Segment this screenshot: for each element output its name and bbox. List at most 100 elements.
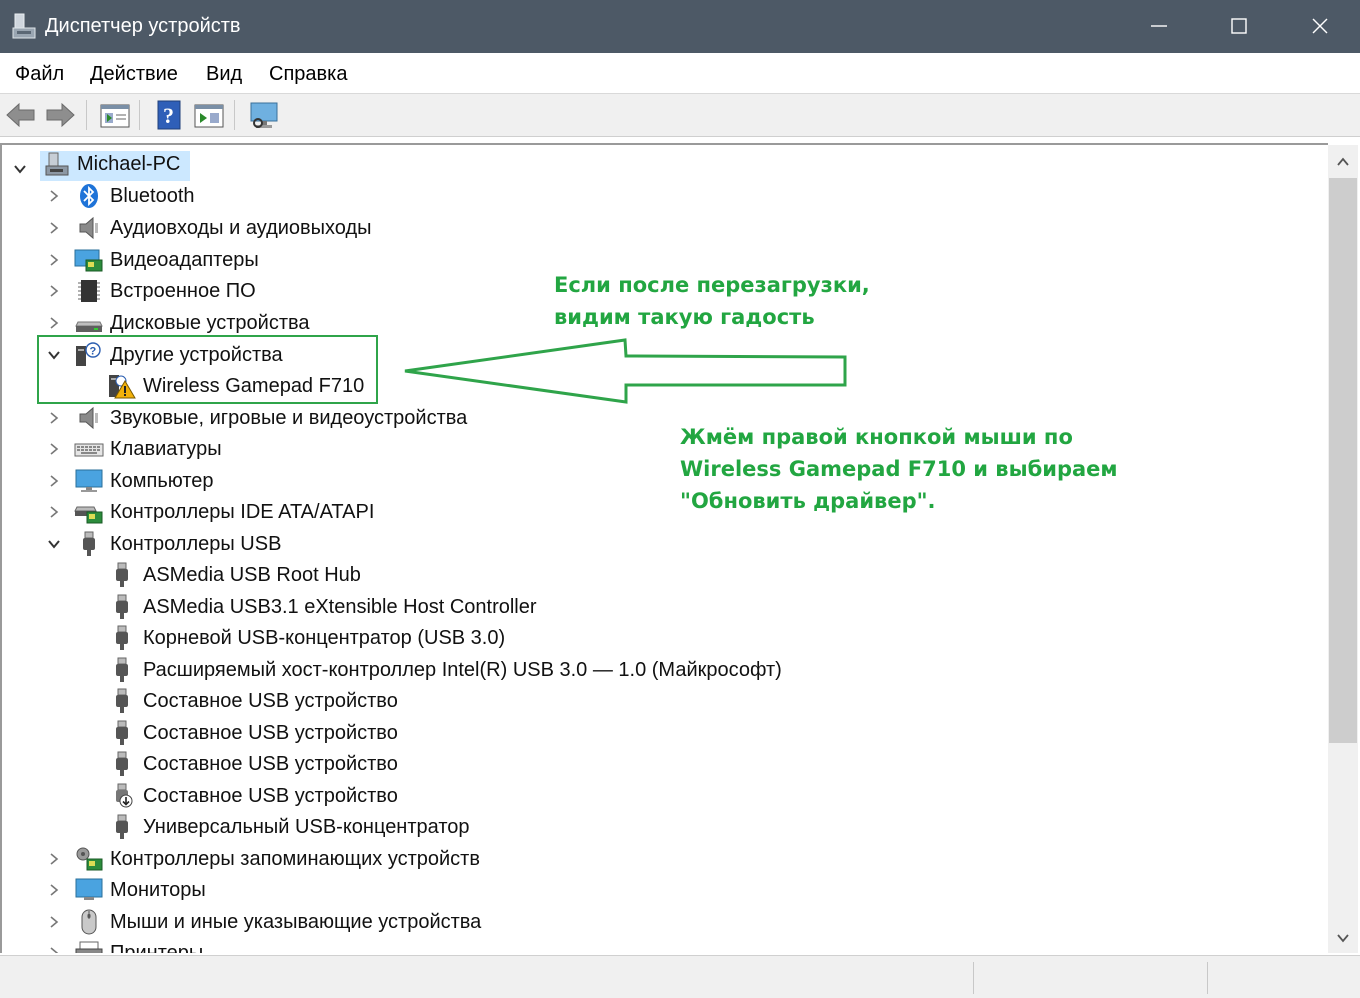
- tree-device-usb[interactable]: Универсальный USB-концентратор: [2, 812, 802, 842]
- tree-device-usb[interactable]: Составное USB устройство: [2, 749, 802, 779]
- tree-category-sound-video-game[interactable]: Звуковые, игровые и видеоустройства: [2, 403, 702, 433]
- tree-category-label: Аудиовходы и аудиовыходы: [110, 217, 372, 239]
- tree-category-bluetooth[interactable]: Bluetooth: [2, 181, 602, 211]
- tree-device-label: Составное USB устройство: [143, 785, 398, 807]
- tree-category-ide-controllers[interactable]: Контроллеры IDE ATA/ATAPI: [2, 497, 602, 527]
- back-button[interactable]: [5, 99, 37, 131]
- chevron-right-icon[interactable]: [48, 317, 60, 329]
- usb-plug-icon: [116, 625, 128, 650]
- speaker-icon: [79, 406, 98, 430]
- tree-category-usb-controllers[interactable]: Контроллеры USB: [2, 529, 602, 559]
- tree-category-audio-io[interactable]: Аудиовходы и аудиовыходы: [2, 213, 602, 243]
- help-icon: ?: [157, 100, 181, 130]
- tree-category-label: Клавиатуры: [110, 438, 222, 460]
- svg-text:?: ?: [163, 103, 174, 128]
- tree-category-label: Контроллеры IDE ATA/ATAPI: [110, 501, 375, 523]
- tree-device-usb[interactable]: Расширяемый хост-контроллер Intel(R) USB…: [2, 655, 902, 685]
- chevron-right-icon[interactable]: [48, 443, 60, 455]
- scrollbar-thumb[interactable]: [1329, 178, 1357, 743]
- usb-plug-icon: [116, 688, 128, 713]
- update-driver-button[interactable]: [193, 99, 225, 131]
- tree-device-usb[interactable]: Составное USB устройство: [2, 718, 802, 748]
- chevron-down-icon[interactable]: [48, 538, 60, 550]
- chevron-right-icon[interactable]: [48, 506, 60, 518]
- back-arrow-icon: [6, 102, 35, 128]
- tree-device-usb[interactable]: Составное USB устройство: [2, 686, 802, 716]
- ide-controller-icon: [74, 506, 103, 524]
- tree-category-firmware[interactable]: Встроенное ПО: [2, 276, 602, 306]
- chevron-right-icon[interactable]: [48, 884, 60, 896]
- tree-category-label: Мониторы: [110, 879, 206, 901]
- properties-button[interactable]: [99, 99, 131, 131]
- annotation-line: видим такую гадость: [554, 305, 815, 329]
- scroll-up-icon[interactable]: [1336, 155, 1350, 169]
- display-adapter-icon: [74, 249, 103, 272]
- status-divider: [1207, 962, 1208, 994]
- usb-plug-icon: [116, 594, 128, 619]
- tree-device-label: Составное USB устройство: [143, 722, 398, 744]
- device-manager-icon: [12, 13, 36, 39]
- tree-device-usb[interactable]: Составное USB устройство: [2, 781, 802, 811]
- toolbar-separator: [139, 100, 140, 130]
- keyboard-icon: [74, 443, 104, 457]
- tree-category-disk-drives[interactable]: Дисковые устройства: [2, 308, 602, 338]
- status-bar: [0, 955, 1360, 998]
- tree-category-computer[interactable]: Компьютер: [2, 466, 602, 496]
- tree-category-keyboards[interactable]: Клавиатуры: [2, 434, 602, 464]
- maximize-button[interactable]: [1199, 0, 1279, 53]
- tree-category-label: Принтеры: [110, 942, 204, 953]
- chevron-right-icon[interactable]: [48, 222, 60, 234]
- usb-plug-icon: [116, 720, 128, 745]
- usb-download-icon: [116, 783, 133, 808]
- usb-plug-icon: [116, 657, 128, 682]
- tree-category-label: Мыши и иные указывающие устройства: [110, 911, 482, 933]
- disk-drive-icon: [75, 321, 103, 332]
- tree-root[interactable]: Michael-PC: [2, 149, 402, 179]
- annotation-line: Wireless Gamepad F710 и выбираем: [680, 457, 1118, 481]
- scan-hardware-button[interactable]: [248, 99, 280, 131]
- monitor-icon: [75, 878, 103, 900]
- tree-category-display-adapters[interactable]: Видеоадаптеры: [2, 245, 602, 275]
- chevron-right-icon[interactable]: [48, 190, 60, 202]
- tree-category-storage-controllers[interactable]: Контроллеры запоминающих устройств: [2, 844, 702, 874]
- chevron-right-icon[interactable]: [48, 254, 60, 266]
- tree-device-usb[interactable]: Корневой USB-концентратор (USB 3.0): [2, 623, 802, 653]
- menu-action[interactable]: Действие: [90, 62, 178, 86]
- close-button[interactable]: [1280, 0, 1360, 53]
- minimize-button[interactable]: [1119, 0, 1199, 53]
- forward-button[interactable]: [44, 99, 76, 131]
- tree-category-label: Дисковые устройства: [110, 312, 310, 334]
- chevron-right-icon[interactable]: [48, 916, 60, 928]
- chevron-right-icon[interactable]: [48, 947, 60, 953]
- forward-arrow-icon: [46, 102, 75, 128]
- tree-device-usb[interactable]: ASMedia USB3.1 eXtensible Host Controlle…: [2, 592, 802, 622]
- tree-category-monitors[interactable]: Мониторы: [2, 875, 602, 905]
- close-icon: [1312, 18, 1328, 34]
- maximize-icon: [1231, 18, 1247, 34]
- scroll-down-icon[interactable]: [1336, 931, 1350, 945]
- tree-category-label: Bluetooth: [110, 185, 195, 207]
- tree-device-usb[interactable]: ASMedia USB Root Hub: [2, 560, 802, 590]
- chevron-right-icon[interactable]: [48, 412, 60, 424]
- toolbar: ?: [0, 94, 1360, 137]
- tree-device-label: Универсальный USB-концентратор: [143, 816, 470, 838]
- tree-root-label: Michael-PC: [77, 153, 181, 175]
- device-tree[interactable]: Michael-PC Bluetooth Аудиовходы и аудиов…: [0, 143, 1328, 953]
- tree-category-label: Контроллеры USB: [110, 533, 282, 555]
- tree-category-mice[interactable]: Мыши и иные указывающие устройства: [2, 907, 702, 937]
- window-title: Диспетчер устройств: [45, 15, 241, 37]
- chevron-right-icon[interactable]: [48, 285, 60, 297]
- tree-category-label: Контроллеры запоминающих устройств: [110, 848, 480, 870]
- menu-view[interactable]: Вид: [206, 62, 242, 86]
- tree-category-printers[interactable]: Принтеры: [2, 938, 602, 953]
- menu-file[interactable]: Файл: [15, 62, 64, 86]
- chevron-down-icon[interactable]: [14, 163, 26, 175]
- help-button[interactable]: ?: [154, 99, 186, 131]
- tree-category-label: Встроенное ПО: [110, 280, 256, 302]
- chevron-right-icon[interactable]: [48, 475, 60, 487]
- chevron-right-icon[interactable]: [48, 853, 60, 865]
- annotation-note-2: Жмём правой кнопкой мыши по Wireless Gam…: [680, 421, 1118, 517]
- tree-category-label: Видеоадаптеры: [110, 249, 259, 271]
- vertical-scrollbar[interactable]: [1328, 145, 1358, 953]
- menu-help[interactable]: Справка: [269, 62, 347, 86]
